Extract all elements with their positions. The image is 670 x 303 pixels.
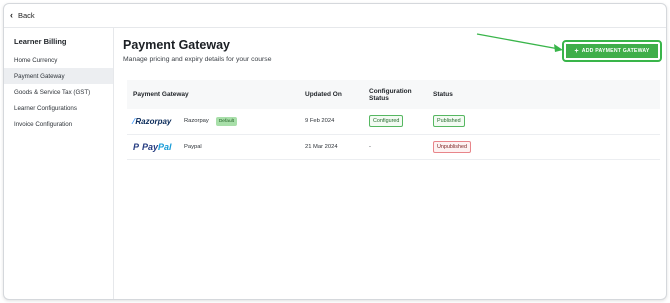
table-row[interactable]: P Pay Pal Paypal 21 Mar 2024 - Unpublishe…	[127, 134, 660, 160]
sidebar: Learner Billing Home Currency Payment Ga…	[4, 28, 114, 299]
status-cell: Published	[427, 109, 660, 135]
header-updated-on: Updated On	[299, 80, 363, 109]
paypal-mark-icon: P	[133, 141, 140, 152]
header-status: Status	[427, 80, 660, 109]
sidebar-item-payment-gateway[interactable]: Payment Gateway	[4, 68, 113, 84]
gateway-cell: ⁄ Razorpay Razorpay Default	[127, 109, 299, 135]
page-title: Payment Gateway	[123, 38, 230, 52]
page-subtitle: Manage pricing and expiry details for yo…	[123, 56, 272, 63]
razorpay-logo: ⁄ Razorpay	[133, 117, 177, 126]
plus-icon: +	[574, 47, 579, 55]
table-header-row: Payment Gateway Updated On Configuration…	[127, 80, 660, 109]
back-link[interactable]: Back	[18, 11, 35, 20]
config-status-cell: -	[363, 134, 427, 160]
gateway-name: Paypal	[184, 143, 202, 150]
header-gateway: Payment Gateway	[127, 80, 299, 109]
add-payment-gateway-label: ADD PAYMENT GATEWAY	[581, 48, 650, 54]
payment-gateway-table: Payment Gateway Updated On Configuration…	[127, 80, 660, 160]
published-badge[interactable]: Published	[433, 115, 465, 128]
paypal-logo: P Pay Pal	[133, 142, 177, 152]
table-row[interactable]: ⁄ Razorpay Razorpay Default 9 Feb 2024 C…	[127, 109, 660, 135]
status-cell: Unpublished	[427, 134, 660, 160]
configured-badge: Configured	[369, 115, 404, 128]
config-status-cell: Configured	[363, 109, 427, 135]
razorpay-mark-icon: ⁄	[133, 116, 135, 126]
main-content: Payment Gateway Manage pricing and expir…	[115, 28, 666, 299]
header-configuration-status: Configuration Status	[363, 80, 427, 109]
top-bar: ‹ Back	[4, 4, 666, 28]
razorpay-logo-text: Razorpay	[135, 116, 172, 126]
chevron-left-icon[interactable]: ‹	[10, 11, 13, 20]
updated-on-cell: 21 Mar 2024	[299, 134, 363, 160]
annotation-arrow-icon	[476, 33, 563, 52]
sidebar-item-gst[interactable]: Goods & Service Tax (GST)	[4, 84, 113, 100]
default-badge: Default	[215, 116, 238, 126]
paypal-logo-text-2: Pal	[158, 141, 172, 152]
updated-on-cell: 9 Feb 2024	[299, 109, 363, 135]
app-window: ‹ Back Learner Billing Home Currency Pay…	[3, 3, 667, 300]
sidebar-heading: Learner Billing	[14, 37, 67, 46]
gateway-name: Razorpay	[184, 118, 209, 125]
add-payment-gateway-button[interactable]: + ADD PAYMENT GATEWAY	[562, 40, 662, 62]
paypal-logo-text-1: Pay	[142, 141, 159, 152]
sidebar-item-home-currency[interactable]: Home Currency	[4, 52, 113, 68]
sidebar-item-learner-configurations[interactable]: Learner Configurations	[4, 100, 113, 116]
gateway-cell: P Pay Pal Paypal	[127, 134, 299, 160]
unpublished-badge[interactable]: Unpublished	[433, 140, 471, 153]
sidebar-item-invoice-configuration[interactable]: Invoice Configuration	[4, 116, 113, 132]
